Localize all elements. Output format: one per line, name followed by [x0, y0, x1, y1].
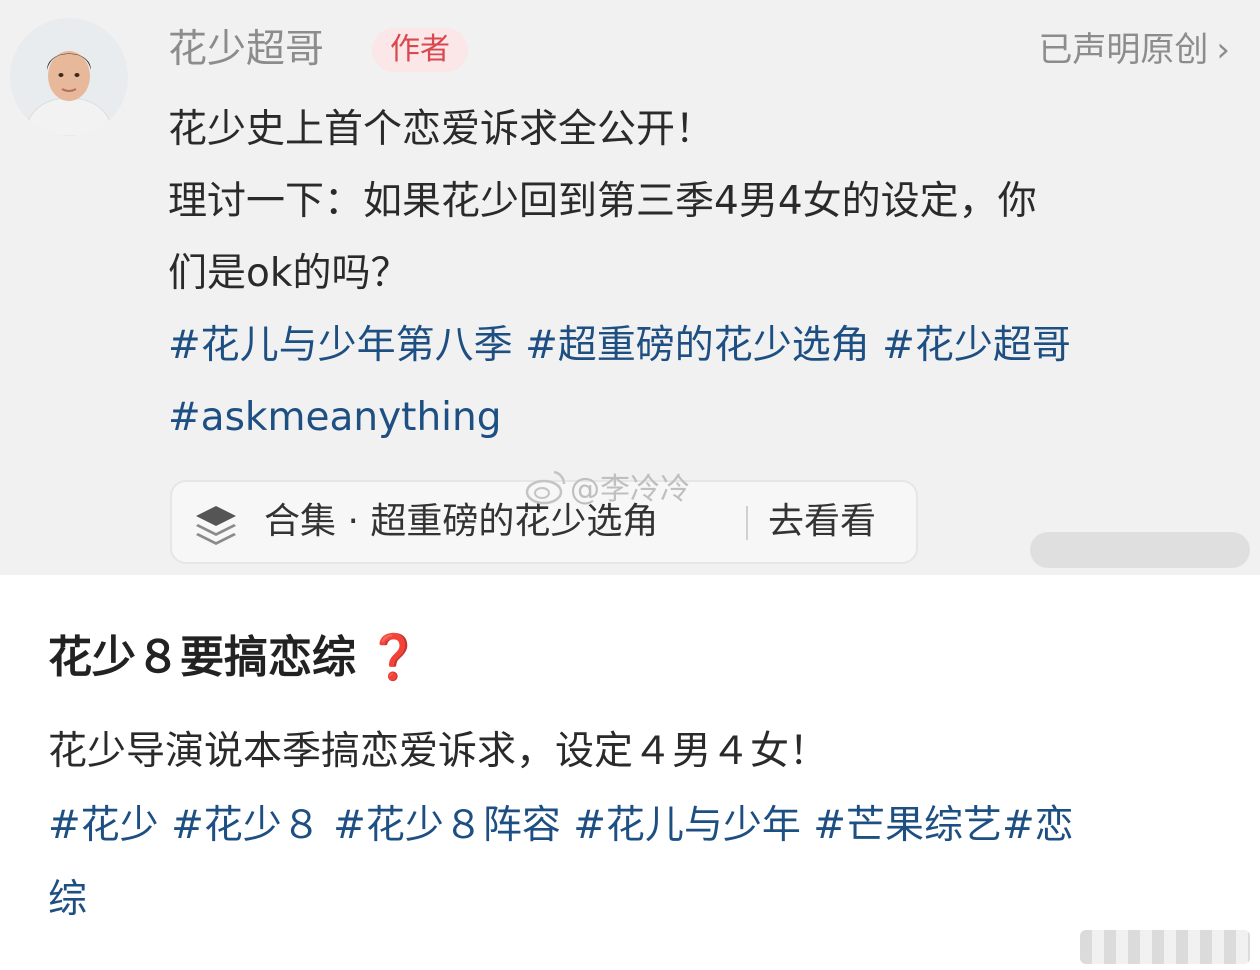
section-hashtags[interactable]: #花少 #花少８ #花少８阵容 #花儿与少年 #芒果综艺#恋	[48, 789, 1228, 863]
author-name[interactable]: 花少超哥	[168, 24, 324, 76]
blurred-watermark	[1080, 930, 1250, 964]
divider	[746, 506, 748, 540]
declared-original-label: 已声明原创	[1038, 30, 1209, 70]
author-badge: 作者	[372, 28, 468, 72]
original-post-card: 花少超哥 作者 已声明原创 › 花少史上首个恋爱诉求全公开！ 理讨一下：如果花少回…	[0, 0, 1260, 575]
section-line: 花少导演说本季搞恋爱诉求，设定４男４女！	[48, 729, 829, 774]
go-see-button[interactable]: 去看看	[768, 482, 876, 562]
post-line: 花少史上首个恋爱诉求全公开！	[168, 107, 715, 152]
section-body: 花少导演说本季搞恋爱诉求，设定４男４女！ #花少 #花少８ #花少８阵容 #花儿…	[48, 715, 1228, 937]
post-hashtags[interactable]: #askmeanything	[168, 382, 1228, 454]
section-title-text: 花少８要搞恋综	[48, 632, 356, 683]
avatar[interactable]	[10, 18, 128, 136]
post-line: 理讨一下：如果花少回到第三季4男4女的设定，你	[168, 179, 1037, 224]
post-body: 花少史上首个恋爱诉求全公开！ 理讨一下：如果花少回到第三季4男4女的设定，你 们…	[168, 94, 1228, 454]
weibo-icon	[525, 470, 566, 505]
chevron-right-icon: ›	[1216, 30, 1230, 70]
question-mark-emoji: ❓	[366, 632, 421, 683]
watermark-text: @李冷冷	[570, 472, 690, 507]
post-line: 们是ok的吗？	[168, 251, 410, 296]
stack-layers-icon	[196, 506, 236, 545]
blurred-watermark	[1030, 532, 1250, 568]
section-title: 花少８要搞恋综 ❓	[48, 628, 421, 688]
post-hashtags[interactable]: #花儿与少年第八季 #超重磅的花少选角 #花少超哥	[168, 310, 1228, 382]
section-hashtags[interactable]: 综	[48, 863, 1228, 937]
declared-original-link[interactable]: 已声明原创 ›	[1038, 26, 1230, 74]
